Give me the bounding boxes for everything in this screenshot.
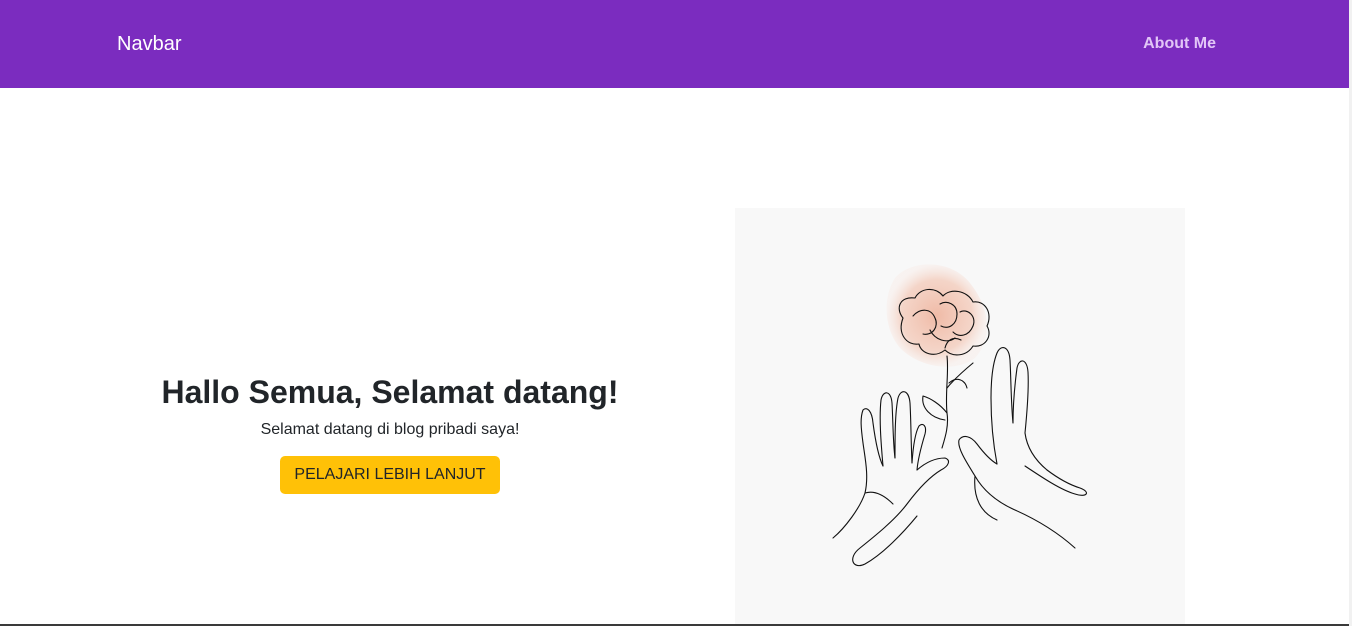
hero-illustration xyxy=(735,208,1185,626)
nav-link-about-me[interactable]: About Me xyxy=(1143,35,1216,53)
hero-title: Hallo Semua, Selamat datang! xyxy=(161,374,619,410)
flower-hands-illustration xyxy=(832,264,1087,566)
navbar: Navbar About Me xyxy=(0,0,1349,88)
navbar-brand[interactable]: Navbar xyxy=(117,33,181,56)
hero-section: Hallo Semua, Selamat datang! Selamat dat… xyxy=(140,372,640,494)
learn-more-button[interactable]: PELAJARI LEBIH LANJUT xyxy=(280,456,500,494)
hero-subtitle: Selamat datang di blog pribadi saya! xyxy=(260,421,520,438)
